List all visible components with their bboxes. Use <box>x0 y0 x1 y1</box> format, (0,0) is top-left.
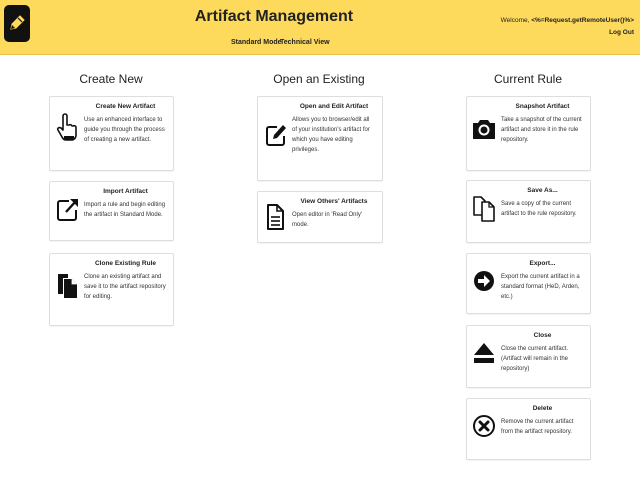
welcome-user: <%=Request.getRemoteUser()%> <box>531 17 634 24</box>
card-description: Use an enhanced interface to guide you t… <box>84 117 165 143</box>
card-delete[interactable]: Delete Remove the current artifact from … <box>466 398 591 460</box>
arrow-circle-right-icon <box>474 271 494 291</box>
welcome-text: Welcome, <%=Request.getRemoteUser()%> <box>501 17 634 24</box>
card-description: Remove the current artifact from the art… <box>501 419 574 435</box>
card-clone-existing-rule[interactable]: Clone Existing Rule Clone an existing ar… <box>49 253 174 326</box>
top-header: Artifact Management Standard Mode Techni… <box>0 0 640 55</box>
card-description: Allows you to browser/edit all of your i… <box>292 117 370 153</box>
card-import-artifact[interactable]: Import Artifact Import a rule and begin … <box>49 181 174 241</box>
card-close[interactable]: Close Close the current artifact. (Artif… <box>466 325 591 388</box>
card-description: Close the current artifact. (Artifact wi… <box>501 346 569 372</box>
card-title: Snapshot Artifact <box>515 103 570 110</box>
welcome-prefix: Welcome, <box>500 17 532 24</box>
card-title: Close <box>533 332 552 339</box>
external-link-icon <box>57 199 78 221</box>
card-title: View Others' Artifacts <box>300 198 368 205</box>
card-description: Import a rule and begin editing the arti… <box>84 202 166 218</box>
card-title: Save As... <box>527 187 558 194</box>
page-title: Artifact Management <box>194 8 354 25</box>
edit-icon <box>266 125 286 146</box>
card-title: Delete <box>532 405 553 412</box>
card-description: Take a snapshot of the current artifact … <box>501 117 582 143</box>
column-title-current-rule: Current Rule <box>493 72 563 86</box>
card-title: Clone Existing Rule <box>94 260 157 267</box>
card-view-others-artifacts[interactable]: View Others' Artifacts Open editor in 'R… <box>257 191 383 243</box>
card-description: Export the current artifact in a standar… <box>501 274 580 300</box>
document-icon <box>267 204 284 230</box>
card-open-edit-artifact[interactable]: Open and Edit Artifact Allows you to bro… <box>257 96 383 181</box>
card-create-new-artifact[interactable]: Create New Artifact Use an enhanced inte… <box>49 96 174 171</box>
card-export[interactable]: Export... Export the current artifact in… <box>466 253 591 314</box>
logout-link[interactable]: Log Out <box>609 29 634 36</box>
card-title: Open and Edit Artifact <box>299 103 369 110</box>
card-title: Export... <box>529 260 556 267</box>
column-title-create-new: Create New <box>79 72 143 86</box>
copy-icon <box>58 274 77 298</box>
column-title-open-existing: Open an Existing <box>273 72 365 86</box>
nav-standard-mode[interactable]: Standard Mode <box>231 39 282 46</box>
remove-circle-icon <box>473 415 495 437</box>
camera-icon <box>473 120 495 139</box>
eject-icon <box>474 343 494 363</box>
files-icon <box>473 196 495 222</box>
card-description: Save a copy of the current artifact to t… <box>501 201 577 217</box>
card-snapshot-artifact[interactable]: Snapshot Artifact Take a snapshot of the… <box>466 96 591 171</box>
card-title: Import Artifact <box>103 188 148 195</box>
card-title: Create New Artifact <box>95 103 156 110</box>
card-description: Clone an existing artifact and save it t… <box>84 274 166 300</box>
pointing-hand-icon <box>56 113 77 141</box>
card-save-as[interactable]: Save As... Save a copy of the current ar… <box>466 180 591 243</box>
card-description: Open editor in 'Read Only' mode. <box>292 212 362 228</box>
nav-technical-view[interactable]: Technical View <box>280 39 330 46</box>
